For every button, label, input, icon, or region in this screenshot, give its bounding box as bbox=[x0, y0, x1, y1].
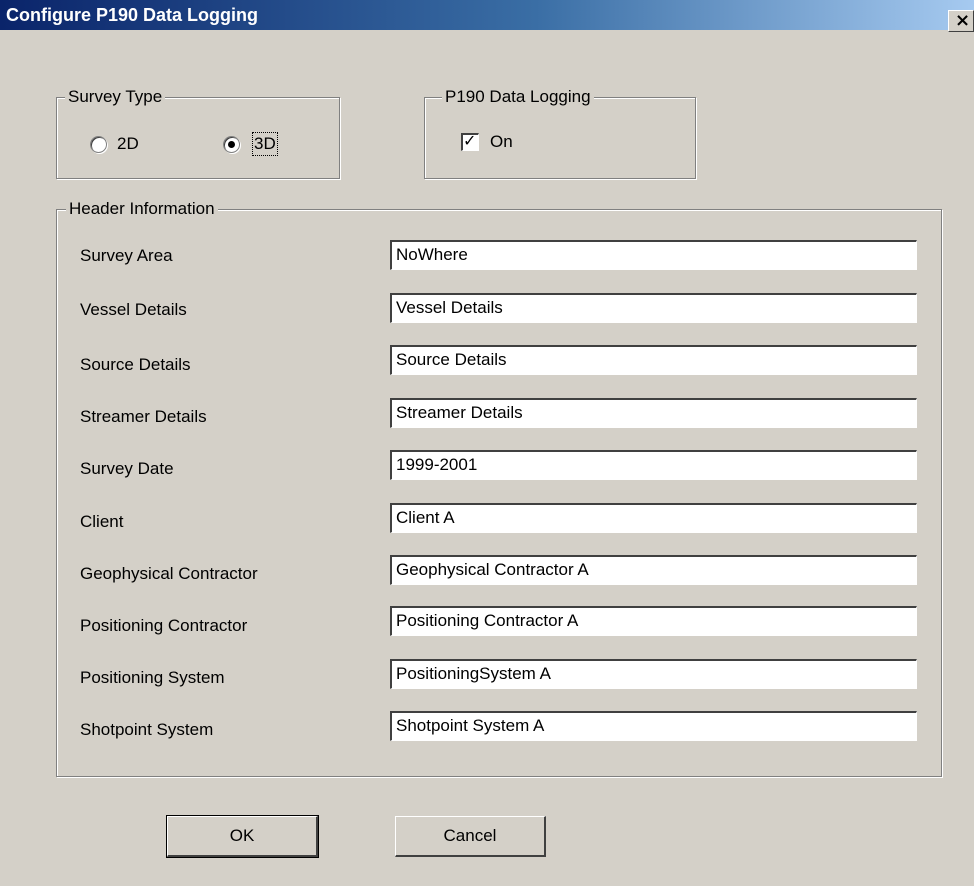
survey-type-legend: Survey Type bbox=[65, 86, 166, 108]
radio-2d-label[interactable]: 2D bbox=[117, 133, 139, 155]
survey-area-field[interactable]: NoWhere bbox=[390, 240, 917, 270]
streamer-details-field[interactable]: Streamer Details bbox=[390, 398, 917, 428]
logging-on-checkbox[interactable]: ✓ bbox=[461, 131, 479, 151]
window-title: Configure P190 Data Logging bbox=[6, 5, 259, 25]
title-bar[interactable]: Configure P190 Data Logging × bbox=[0, 0, 974, 32]
survey-date-label: Survey Date bbox=[80, 459, 174, 478]
radio-dot-icon bbox=[228, 141, 235, 148]
p190-logging-group: P190 Data Logging ✓ On bbox=[424, 86, 696, 179]
configure-p190-dialog: Configure P190 Data Logging × Survey Typ… bbox=[0, 0, 974, 886]
logging-on-label[interactable]: On bbox=[490, 131, 513, 153]
shotpoint-system-field[interactable]: Shotpoint System A bbox=[390, 711, 917, 741]
geophysical-contractor-label: Geophysical Contractor bbox=[80, 564, 258, 583]
close-icon: × bbox=[955, 10, 971, 31]
radio-2d[interactable] bbox=[90, 136, 107, 153]
survey-type-group: Survey Type 2D 3D bbox=[56, 86, 340, 179]
radio-3d-label[interactable]: 3D bbox=[252, 132, 278, 156]
radio-3d[interactable] bbox=[223, 136, 240, 153]
geophysical-contractor-field[interactable]: Geophysical Contractor A bbox=[390, 555, 917, 585]
cancel-button[interactable]: Cancel bbox=[395, 816, 546, 857]
header-information-legend: Header Information bbox=[66, 198, 218, 220]
vessel-details-label: Vessel Details bbox=[80, 300, 187, 319]
source-details-label: Source Details bbox=[80, 355, 191, 374]
ok-button[interactable]: OK bbox=[166, 815, 319, 858]
checkmark-icon: ✓ bbox=[463, 131, 477, 150]
positioning-system-field[interactable]: PositioningSystem A bbox=[390, 659, 917, 689]
p190-logging-legend: P190 Data Logging bbox=[442, 86, 594, 108]
close-button[interactable]: × bbox=[948, 10, 974, 32]
vessel-details-field[interactable]: Vessel Details bbox=[390, 293, 917, 323]
streamer-details-label: Streamer Details bbox=[80, 407, 207, 426]
client-label: Client bbox=[80, 512, 124, 531]
survey-area-label: Survey Area bbox=[80, 246, 173, 265]
shotpoint-system-label: Shotpoint System bbox=[80, 720, 214, 739]
positioning-system-label: Positioning System bbox=[80, 668, 225, 687]
positioning-contractor-field[interactable]: Positioning Contractor A bbox=[390, 606, 917, 636]
client-field[interactable]: Client A bbox=[390, 503, 917, 533]
positioning-contractor-label: Positioning Contractor bbox=[80, 616, 248, 635]
survey-date-field[interactable]: 1999-2001 bbox=[390, 450, 917, 480]
source-details-field[interactable]: Source Details bbox=[390, 345, 917, 375]
